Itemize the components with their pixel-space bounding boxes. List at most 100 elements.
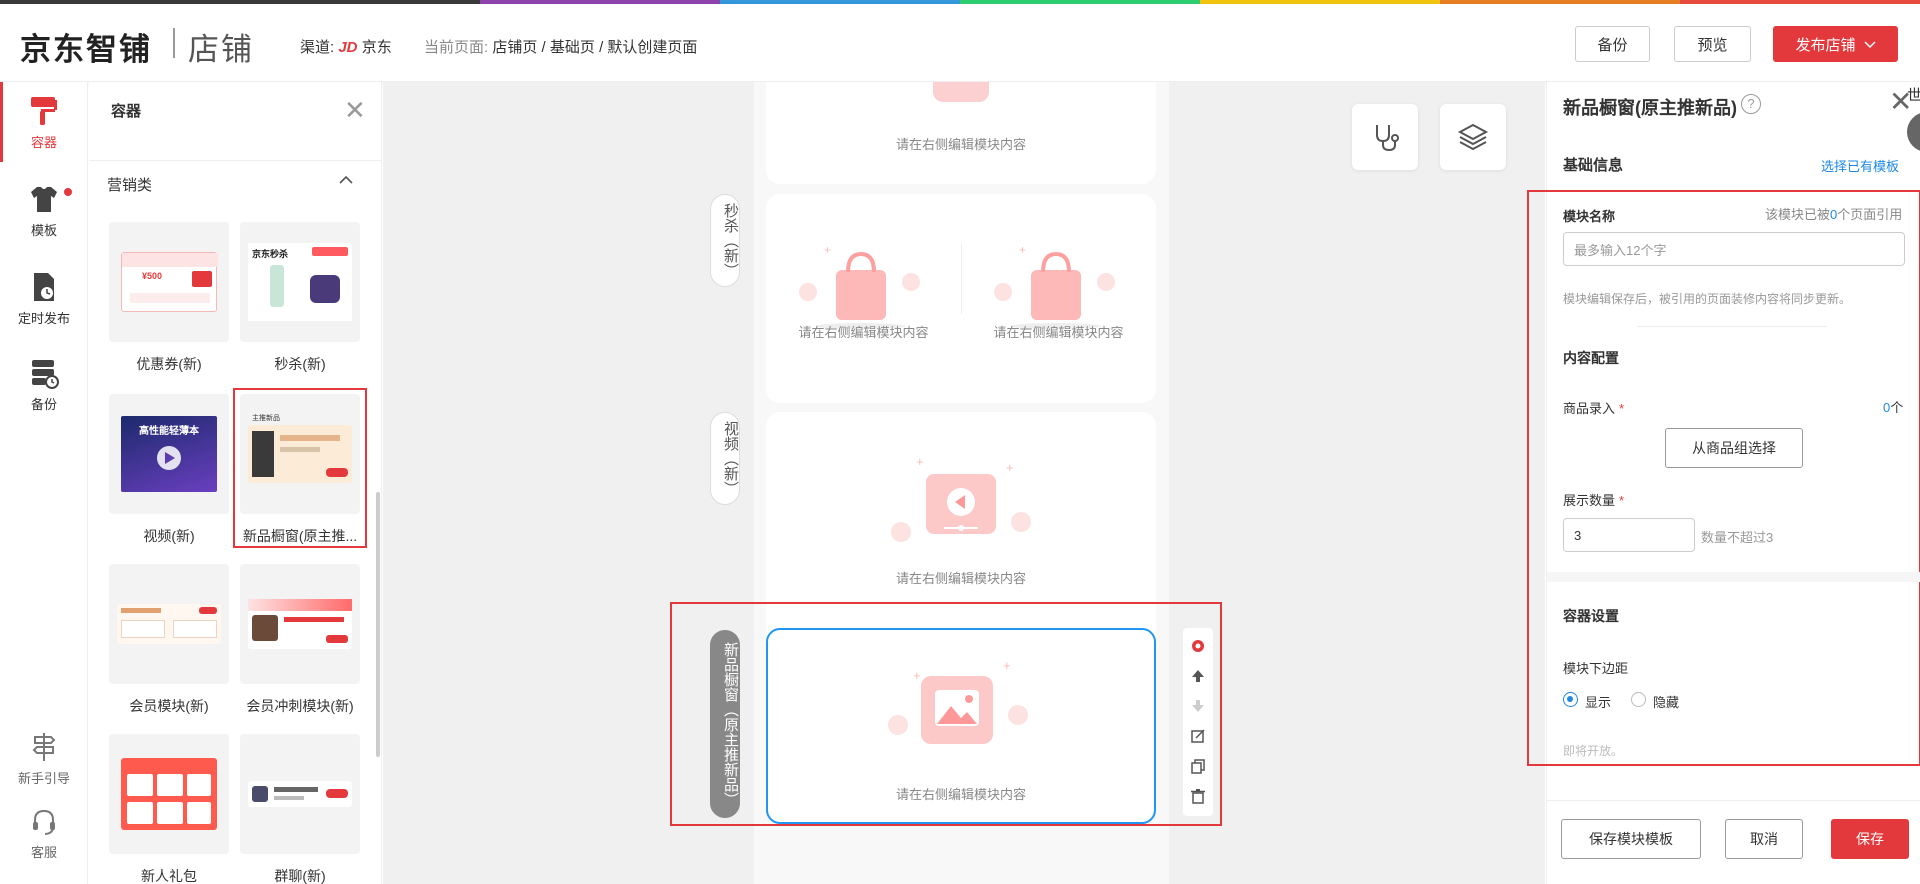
choose-template-link[interactable]: 选择已有模板 <box>1821 156 1899 175</box>
divider <box>961 244 962 314</box>
show-option-label: 显示 <box>1585 695 1612 710</box>
config-annotation <box>1527 190 1920 766</box>
required-mark: * <box>1619 401 1625 416</box>
required-mark: * <box>1619 493 1625 508</box>
component-card-video[interactable]: 高性能轻薄本 视频(新) <box>109 394 229 546</box>
edge-label: 世 <box>1907 87 1920 104</box>
brand-logo: 京东智铺 <box>20 32 152 68</box>
preview-button[interactable]: 预览 <box>1674 26 1751 62</box>
backup-button[interactable]: 备份 <box>1575 26 1650 62</box>
rail-item-beginner-guide[interactable]: 新手引导 <box>0 730 88 787</box>
breadcrumb-item[interactable]: 基础页 <box>550 39 595 56</box>
publish-label: 发布店铺 <box>1795 36 1856 54</box>
config-title: 新品橱窗(原主推新品) <box>1563 98 1737 118</box>
stethoscope-icon[interactable] <box>1352 104 1418 170</box>
channel-name: 京东 <box>361 39 392 56</box>
rail-item-scheduled-publish[interactable]: 定时发布 <box>0 270 88 327</box>
card-label: 新人礼包 <box>141 868 197 884</box>
save-button[interactable]: 保存 <box>1831 819 1909 859</box>
display-count-input[interactable]: 3 <box>1563 518 1695 552</box>
rail-item-template[interactable]: 模板 <box>0 182 88 239</box>
product-entry-label: 商品录入 * <box>1563 398 1624 417</box>
card-label: 优惠券(新) <box>136 356 202 372</box>
svg-text:+: + <box>1019 243 1026 257</box>
group-chat-thumbnail <box>240 734 360 854</box>
signpost-icon <box>27 730 61 764</box>
video-play-icon: + + <box>876 452 1046 557</box>
breadcrumb-separator: / <box>541 39 546 56</box>
current-page-label: 当前页面: <box>424 39 489 56</box>
card-label: 群聊(新) <box>274 868 326 884</box>
divider <box>1637 326 1827 327</box>
category-title: 营销类 <box>107 177 153 194</box>
editor-canvas: 请在右侧编辑模块内容 秒杀（新） + 请在右侧编辑模块内容 + 请在右侧编辑模块… <box>383 82 1545 884</box>
module-placeholder: 请在右侧编辑模块内容 <box>798 325 929 340</box>
logo-divider <box>173 28 175 58</box>
display-count-hint: 数量不超过3 <box>1701 530 1774 545</box>
member-sprint-thumbnail <box>240 564 360 684</box>
content-config-heading: 内容配置 <box>1563 350 1619 366</box>
radio-hide[interactable] <box>1631 692 1646 707</box>
svg-text:+: + <box>824 243 831 257</box>
publish-store-button[interactable]: 发布店铺 <box>1773 26 1898 62</box>
ref-suffix: 个页面引用 <box>1837 207 1903 222</box>
rail-item-container[interactable]: 容器 <box>0 94 88 151</box>
module-card[interactable]: + 请在右侧编辑模块内容 + 请在右侧编辑模块内容 <box>766 194 1156 403</box>
product-count: 0个 <box>1883 397 1903 416</box>
selected-card-highlight <box>233 388 367 548</box>
save-module-template-button[interactable]: 保存模块模板 <box>1561 819 1701 859</box>
breadcrumb-item[interactable]: 店铺页 <box>492 39 537 56</box>
panel-scrollbar[interactable] <box>376 492 380 757</box>
avatar[interactable] <box>1907 112 1920 152</box>
selected-module-annotation <box>670 602 1222 826</box>
component-panel: 容器 ✕ 营销类 ¥500 优惠券(新) 京东秒杀 秒杀(新) 高性能轻薄本 视… <box>89 82 382 884</box>
layers-icon[interactable] <box>1440 104 1506 170</box>
module-placeholder: 请在右侧编辑模块内容 <box>895 571 1026 586</box>
product-count-unit: 个 <box>1890 400 1904 415</box>
component-card-group-chat[interactable]: 群聊(新) <box>240 734 360 884</box>
module-placeholder: 请在右侧编辑模块内容 <box>895 137 1026 152</box>
select-from-group-button[interactable]: 从商品组选择 <box>1665 428 1803 468</box>
breadcrumb-item[interactable]: 默认创建页面 <box>607 39 697 56</box>
chevron-down-icon <box>1863 36 1876 53</box>
tshirt-icon <box>27 182 61 216</box>
module-tag-seckill[interactable]: 秒杀（新） <box>710 194 740 287</box>
rail-item-customer-service[interactable]: 客服 <box>0 804 88 861</box>
component-card-seckill[interactable]: 京东秒杀 秒杀(新) <box>240 222 360 374</box>
component-card-member-sprint[interactable]: 会员冲刺模块(新) <box>240 564 360 716</box>
module-placeholder: 请在右侧编辑模块内容 <box>993 325 1124 340</box>
module-card[interactable]: 请在右侧编辑模块内容 <box>766 82 1156 184</box>
module-config-panel: 新品橱窗(原主推新品) ? ✕ 世 基础信息 选择已有模板 模块名称 该模块已被… <box>1527 82 1920 884</box>
sync-hint: 模块编辑保存后，被引用的页面装修内容将同步更新。 <box>1563 292 1852 306</box>
close-icon[interactable]: ✕ <box>344 97 366 123</box>
rail-label: 客服 <box>30 845 57 860</box>
coupon-price: ¥500 <box>142 271 163 281</box>
component-card-member[interactable]: 会员模块(新) <box>109 564 229 716</box>
help-icon[interactable]: ? <box>1741 94 1761 114</box>
section-separator <box>1547 572 1920 582</box>
seckill-thumbnail: 京东秒杀 <box>240 222 360 342</box>
ref-prefix: 该模块已被 <box>1765 207 1831 222</box>
module-tag-video[interactable]: 视频（新） <box>710 412 740 505</box>
rail-item-backup[interactable]: 备份 <box>0 356 88 413</box>
notification-dot <box>64 188 72 196</box>
scheduled-doc-icon <box>27 270 61 304</box>
chevron-up-icon[interactable] <box>339 172 353 190</box>
top-header: 京东智铺 店铺 渠道: JD 京东 当前页面: 店铺页 / 基础页 / 默认创建… <box>0 4 1920 82</box>
module-name-input[interactable]: 最多输入12个字 <box>1563 232 1905 266</box>
radio-show[interactable] <box>1563 692 1578 707</box>
product-entry-text: 商品录入 <box>1563 401 1616 416</box>
newcomer-gift-thumbnail <box>109 734 229 854</box>
rail-label: 模板 <box>30 223 57 238</box>
channel-label: 渠道: <box>300 39 335 56</box>
basic-info-heading: 基础信息 <box>1563 157 1624 174</box>
card-label: 秒杀(新) <box>274 356 326 372</box>
paint-roller-icon <box>27 94 61 128</box>
reference-count: 该模块已被0个页面引用 <box>1765 204 1902 223</box>
video-thumbnail: 高性能轻薄本 <box>109 394 229 514</box>
component-card-coupon[interactable]: ¥500 优惠券(新) <box>109 222 229 374</box>
component-card-newcomer-gift[interactable]: 新人礼包 <box>109 734 229 884</box>
breadcrumb-separator: / <box>599 39 604 56</box>
rail-label: 备份 <box>30 397 57 412</box>
cancel-button[interactable]: 取消 <box>1725 819 1803 859</box>
